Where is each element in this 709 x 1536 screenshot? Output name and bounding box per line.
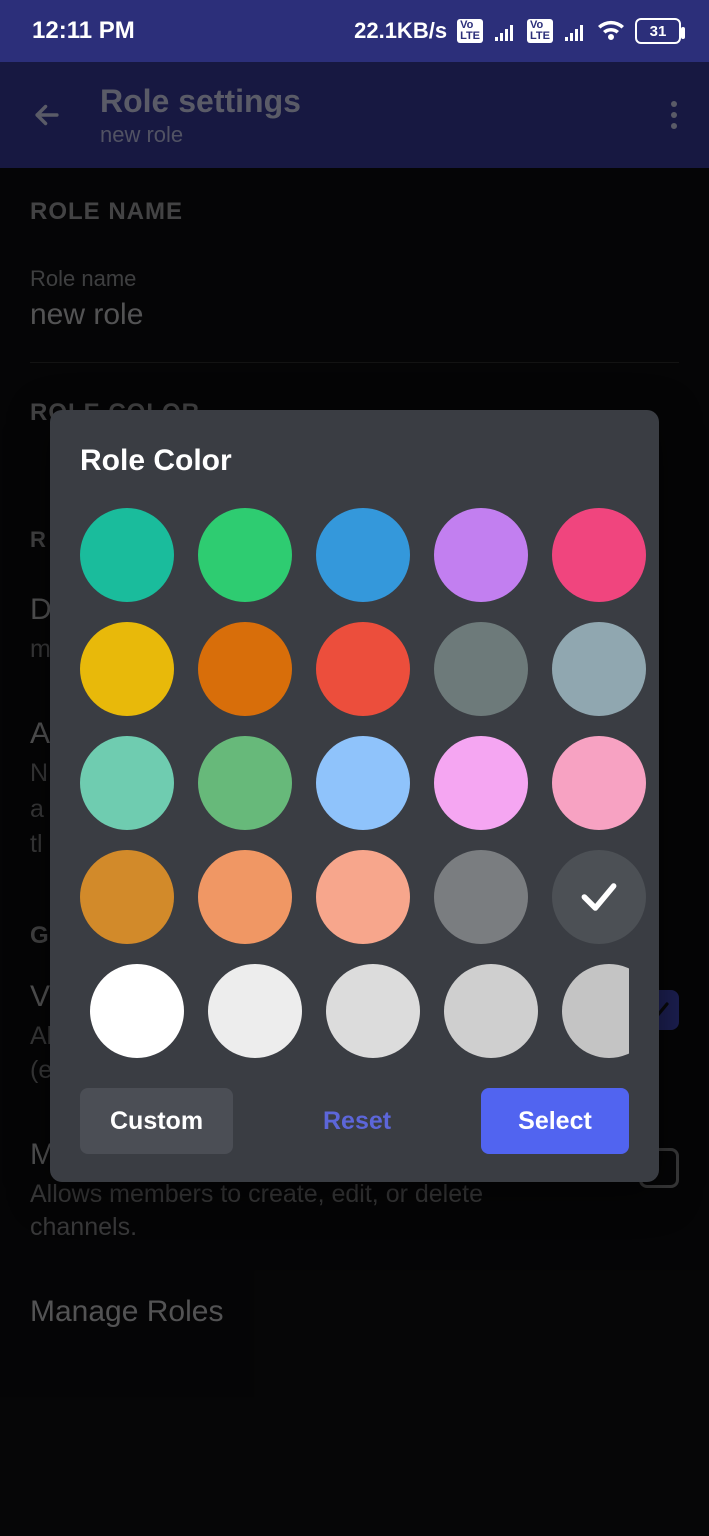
color-swatch[interactable]: [434, 622, 528, 716]
more-button[interactable]: [659, 100, 689, 130]
wifi-icon: [597, 20, 625, 42]
role-color-dialog: Role Color Custom Reset Select: [50, 410, 659, 1182]
color-swatch[interactable]: [434, 850, 528, 944]
role-name-header: ROLE NAME: [30, 198, 679, 226]
color-swatch[interactable]: [316, 508, 410, 602]
perm-mr-title: Manage Roles: [30, 1295, 679, 1329]
role-name-section: ROLE NAME Role name new role: [0, 168, 709, 363]
color-swatch[interactable]: [326, 964, 420, 1058]
color-swatch[interactable]: [562, 964, 629, 1058]
color-swatch[interactable]: [80, 850, 174, 944]
color-swatch[interactable]: [316, 850, 410, 944]
back-button[interactable]: [30, 98, 70, 132]
color-swatch[interactable]: [434, 508, 528, 602]
page-subtitle: new role: [100, 122, 659, 148]
perm-manage-roles[interactable]: Manage Roles: [0, 1295, 709, 1329]
role-name-field-value[interactable]: new role: [30, 298, 679, 332]
color-grid: [80, 508, 629, 944]
status-right: 22.1KB/s VoLTE VoLTE 31: [354, 18, 681, 44]
status-speed: 22.1KB/s: [354, 18, 447, 44]
perm-mc-desc: Allows members to create, edit, or delet…: [30, 1178, 590, 1246]
signal-icon-2: [563, 21, 587, 41]
role-name-field-label: Role name: [30, 266, 679, 292]
dialog-title: Role Color: [80, 444, 629, 478]
custom-button[interactable]: Custom: [80, 1088, 233, 1154]
status-time: 12:11 PM: [32, 17, 135, 45]
volte-icon-1: VoLTE: [457, 19, 483, 43]
color-swatch[interactable]: [552, 736, 646, 830]
color-swatch[interactable]: [198, 622, 292, 716]
battery-icon: 31: [635, 18, 681, 44]
color-swatch[interactable]: [552, 508, 646, 602]
color-swatch[interactable]: [80, 622, 174, 716]
dialog-actions: Custom Reset Select: [80, 1088, 629, 1154]
header-titles: Role settings new role: [100, 83, 659, 148]
volte-icon-2: VoLTE: [527, 19, 553, 43]
page-title: Role settings: [100, 83, 659, 120]
color-swatch[interactable]: [208, 964, 302, 1058]
color-swatch[interactable]: [444, 964, 538, 1058]
reset-button[interactable]: Reset: [249, 1088, 465, 1154]
color-swatch[interactable]: [198, 508, 292, 602]
color-swatch[interactable]: [90, 964, 184, 1058]
color-swatch[interactable]: [80, 508, 174, 602]
color-swatch[interactable]: [198, 850, 292, 944]
color-swatch[interactable]: [552, 622, 646, 716]
color-extra-row: [80, 964, 629, 1058]
color-swatch[interactable]: [198, 736, 292, 830]
color-swatch-selected[interactable]: [552, 850, 646, 944]
signal-icon-1: [493, 21, 517, 41]
color-swatch[interactable]: [434, 736, 528, 830]
select-button[interactable]: Select: [481, 1088, 629, 1154]
color-swatch[interactable]: [80, 736, 174, 830]
color-swatch[interactable]: [316, 622, 410, 716]
color-swatch[interactable]: [316, 736, 410, 830]
app-header: Role settings new role: [0, 62, 709, 168]
status-bar: 12:11 PM 22.1KB/s VoLTE VoLTE 31: [0, 0, 709, 62]
